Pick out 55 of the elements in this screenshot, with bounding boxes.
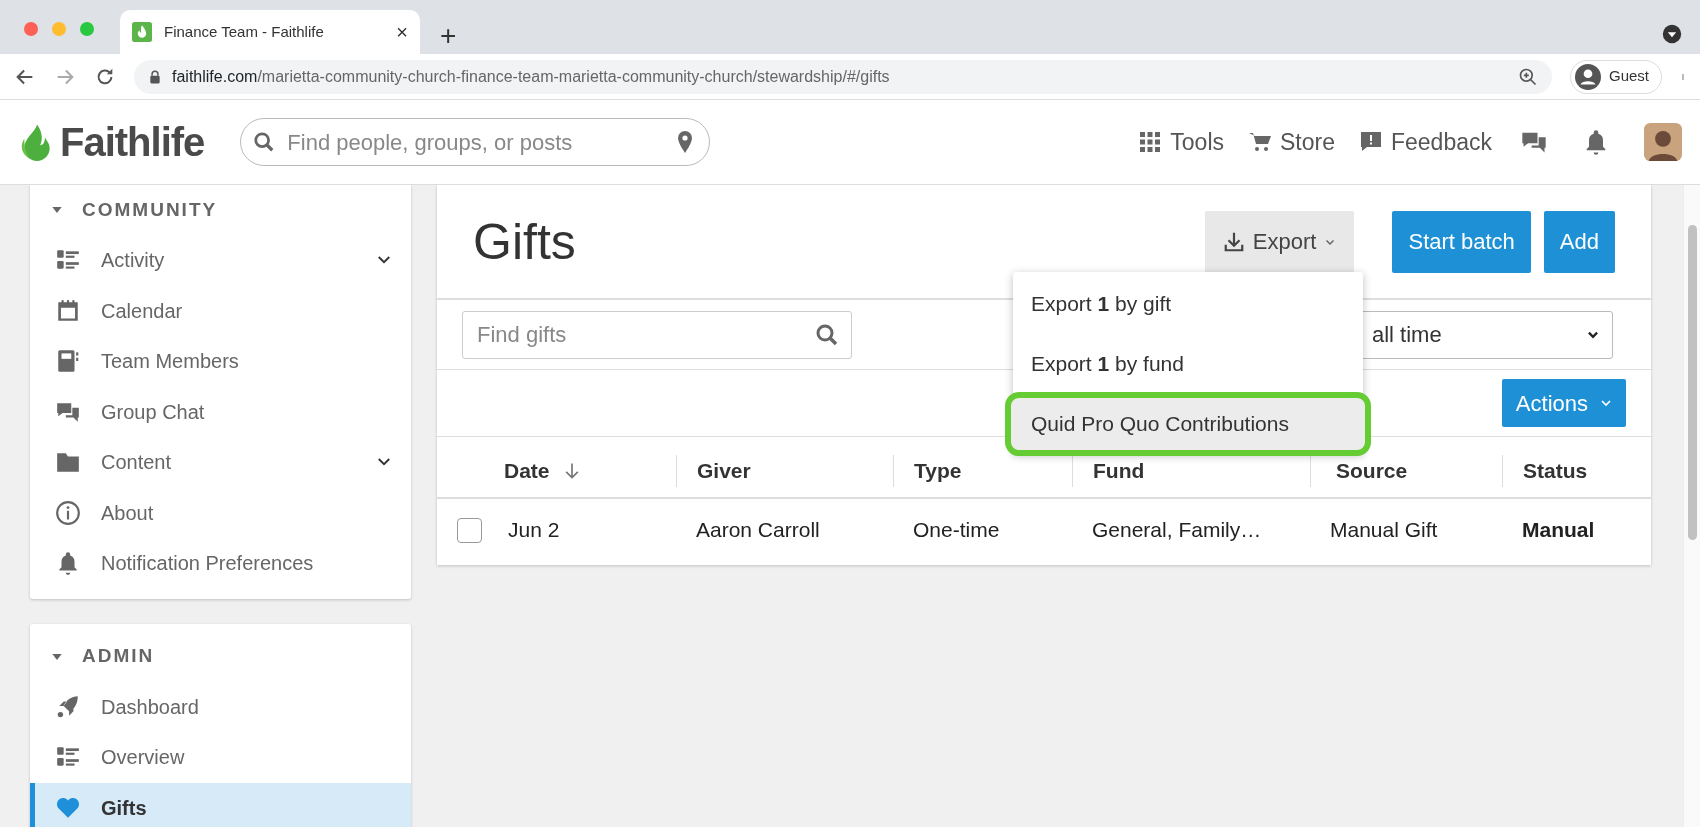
zoom-icon[interactable]: [1517, 66, 1538, 87]
search-icon: [815, 322, 839, 347]
nav-link[interactable]: Store: [1248, 124, 1335, 160]
browser-tab[interactable]: Finance Team - Faithlife ×: [120, 10, 420, 54]
table-cell-text: Manual Gift: [1329, 517, 1439, 544]
sidebar-item[interactable]: Content: [30, 437, 411, 488]
table-cell-text: Jun 2: [507, 517, 561, 544]
section-heading: COMMUNITY: [82, 197, 218, 222]
sidebar-item[interactable]: About: [30, 487, 411, 538]
window-control-icon: [80, 22, 94, 36]
caret-icon: [1600, 397, 1612, 409]
column-header[interactable]: Date: [504, 455, 676, 487]
export-button[interactable]: Export: [1204, 210, 1355, 273]
rocket-icon: [55, 693, 81, 720]
row-checkbox[interactable]: [457, 517, 482, 543]
sidebar-item[interactable]: Overview: [30, 732, 411, 783]
avatar-icon[interactable]: [1644, 123, 1682, 161]
nav-link[interactable]: Feedback: [1359, 124, 1492, 160]
info-icon: [55, 499, 81, 526]
window-control-icon: [52, 22, 66, 36]
column-header[interactable]: Giver: [676, 455, 893, 487]
table-cell-text: Aaron Carroll: [695, 517, 821, 544]
logo-text[interactable]: Faithlife: [60, 112, 205, 172]
lock-icon: [148, 69, 162, 84]
new-tab-button[interactable]: +: [440, 22, 457, 50]
table-cell-text: Manual: [1521, 517, 1596, 544]
search-icon: [253, 131, 276, 153]
table-cell-text: General, Family…: [1091, 517, 1263, 544]
scrollbar-thumb[interactable]: [1688, 225, 1697, 540]
sidebar-item[interactable]: Activity: [30, 235, 411, 286]
notebook-icon: [55, 348, 81, 375]
window-control-icon: [24, 22, 38, 36]
tab-menu-icon[interactable]: [1662, 24, 1682, 44]
search-field[interactable]: Find gifts: [475, 317, 815, 352]
search-bar[interactable]: Find gifts: [462, 310, 852, 359]
sidebar-item[interactable]: Group Chat: [30, 386, 411, 437]
calendar-icon: [55, 297, 81, 324]
favicon-icon: [132, 22, 152, 42]
sidebar-item[interactable]: Calendar: [30, 285, 411, 336]
cart-icon: [1248, 130, 1272, 154]
page-title: Gifts: [473, 212, 576, 272]
sidebar-item[interactable]: Notification Preferences: [30, 538, 411, 589]
tab-title: Finance Team - Faithlife: [164, 21, 325, 42]
feedback-icon: [1359, 130, 1383, 154]
search-field[interactable]: Find people, groups, or posts: [285, 124, 664, 160]
sidebar-item[interactable]: Dashboard: [30, 681, 411, 732]
download-icon: [1222, 230, 1245, 253]
tab-close-button[interactable]: ×: [396, 17, 408, 47]
person-icon: [1574, 63, 1601, 90]
sidebar-item[interactable]: Team Members: [30, 336, 411, 387]
nav-link[interactable]: Tools: [1138, 124, 1224, 160]
section-heading: ADMIN: [82, 644, 155, 669]
sidebar-item[interactable]: Gifts: [30, 782, 411, 827]
grid-icon: [1138, 130, 1163, 154]
table-cell-text: One-time: [912, 517, 1001, 544]
